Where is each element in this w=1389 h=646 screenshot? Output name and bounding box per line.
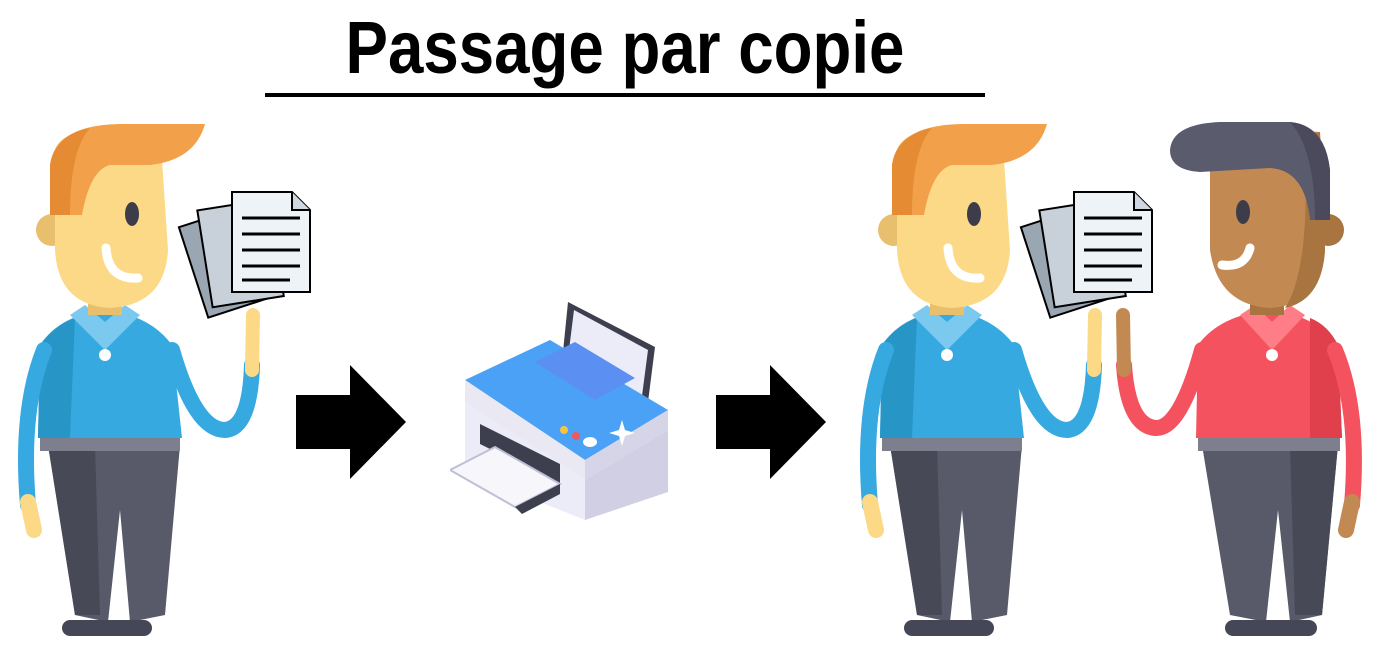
title-underline: [265, 93, 985, 97]
right-arrow-icon: [716, 365, 828, 479]
printer-icon: [450, 292, 675, 522]
man-holding-documents-icon: [0, 110, 330, 646]
right-arrow-icon: [296, 365, 408, 479]
page-title: Passage par copie: [345, 6, 905, 89]
man-icon: [1110, 110, 1380, 646]
